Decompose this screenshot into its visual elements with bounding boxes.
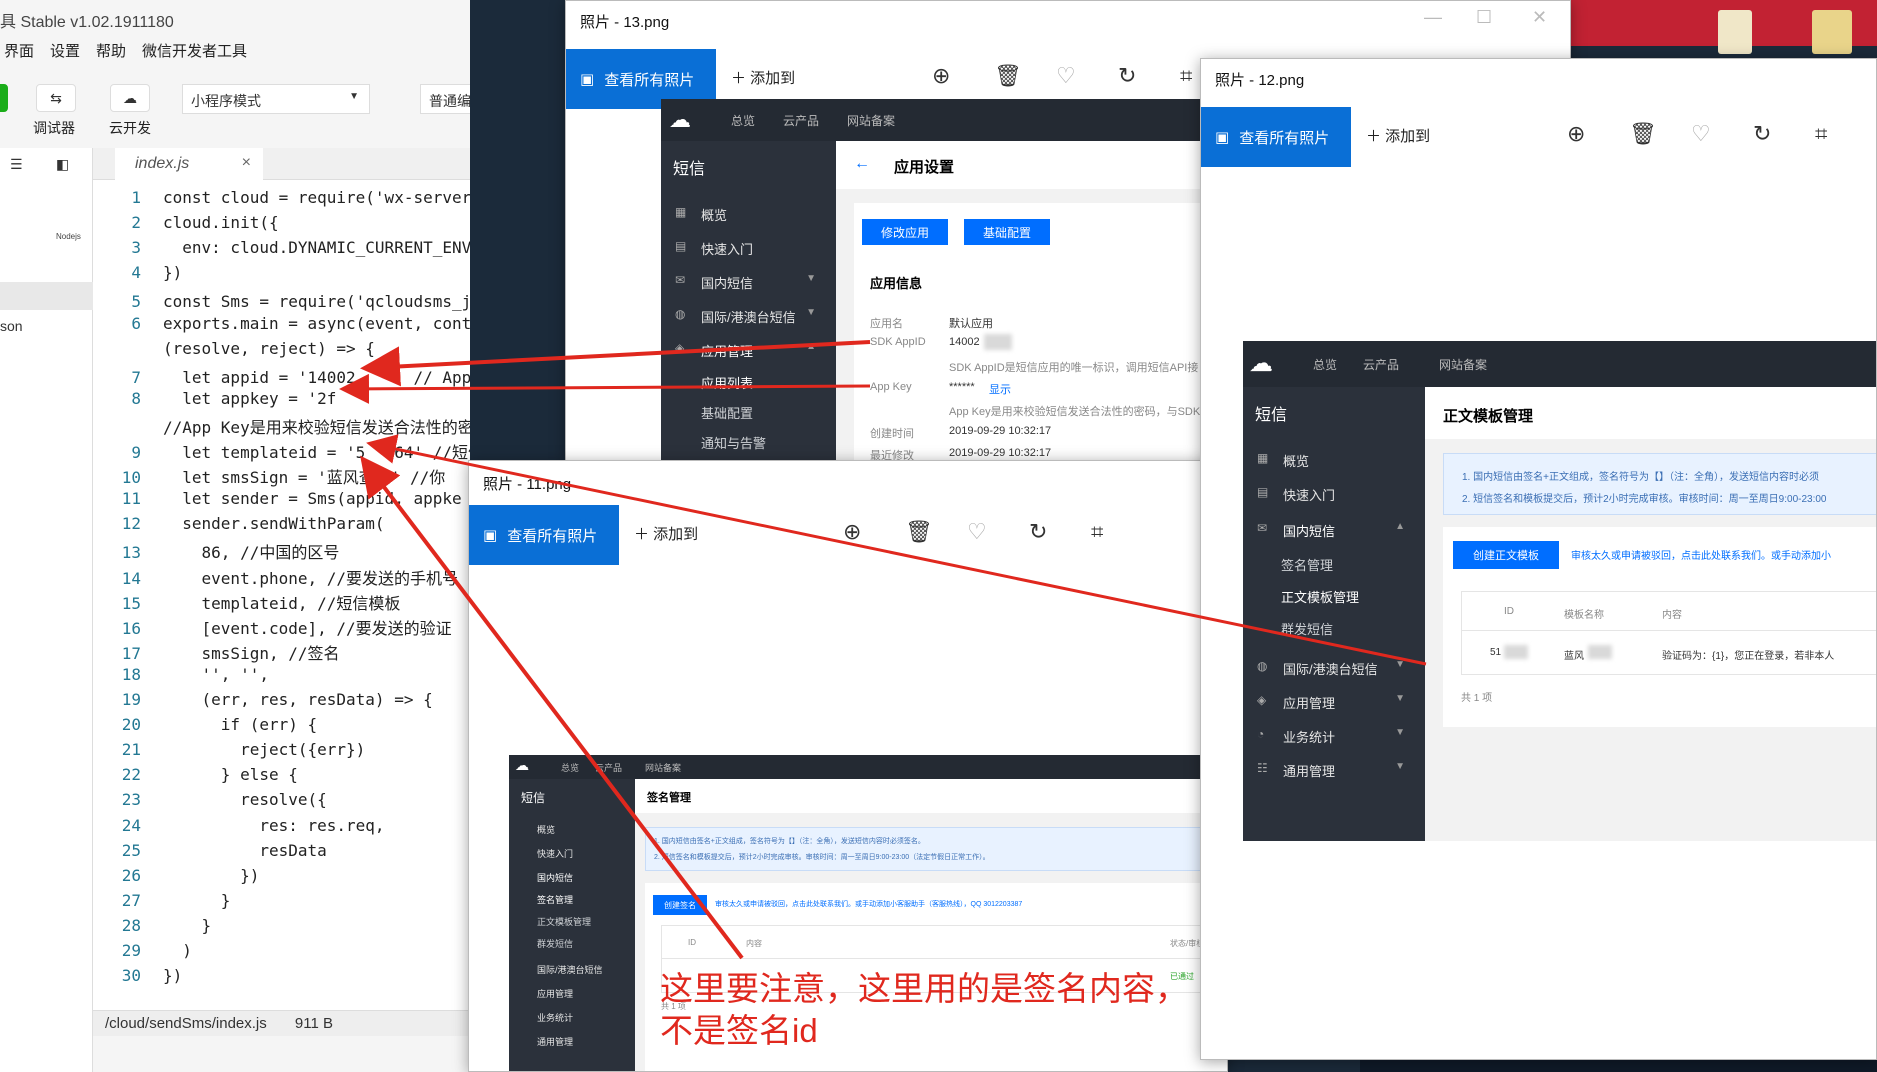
arrow-appkey: [339, 373, 871, 404]
annotation-arrows: [339, 340, 1427, 960]
annotation-line: 这里要注意，这里用的是签名内容，: [660, 970, 1188, 1007]
annotation-note: 这里要注意，这里用的是签名内容， 不是签名id: [660, 968, 1220, 1052]
arrow-templateid: [366, 434, 1427, 666]
arrow-appid: [360, 340, 871, 387]
arrow-signature: [360, 455, 744, 960]
annotation-line: 不是签名id: [660, 1012, 818, 1049]
